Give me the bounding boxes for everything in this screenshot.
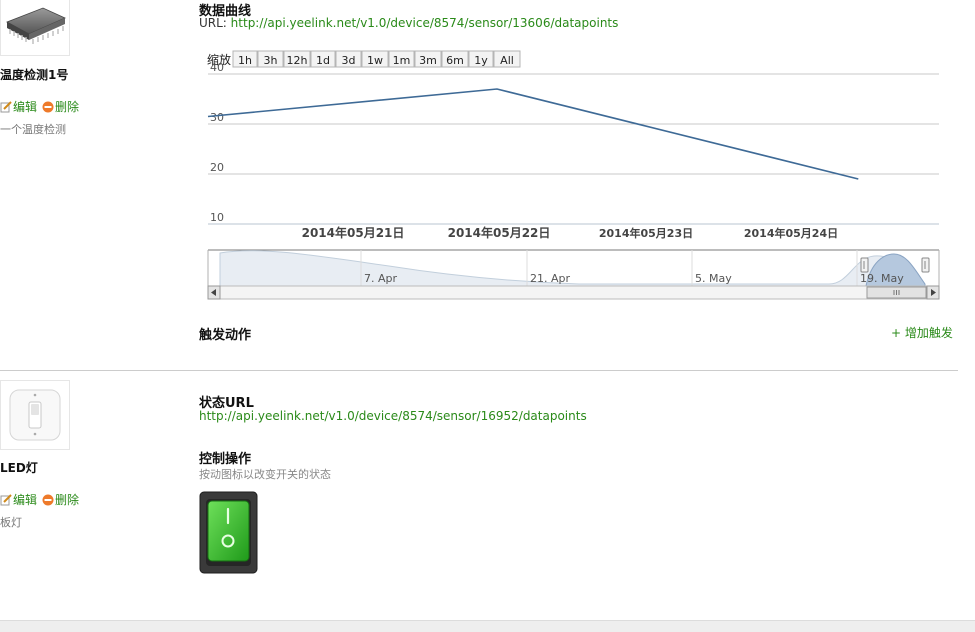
zoom-button-label: 1m [393,54,411,67]
y-tick-label: 10 [210,211,224,224]
switch-delete-label: 删除 [55,493,80,507]
sensor-url-link[interactable]: http://api.yeelink.net/v1.0/device/8574/… [231,16,619,30]
url-prefix: URL: [199,16,231,30]
edit-icon [0,101,12,113]
sensor-device-name: 温度检测1号 [0,68,69,82]
navigator-scrollbar-track[interactable] [207,285,940,300]
chart-gridlines [208,73,939,225]
sensor-delete-link[interactable]: 删除 [42,98,79,115]
x-tick-label: 2014年05月21日 [302,225,405,240]
rocker-switch-icon [199,491,258,574]
zoom-button-label: 1d [316,54,330,67]
navigator-tick-label: 21. Apr [530,272,570,285]
delete-icon [42,494,54,506]
sensor-device-thumbnail[interactable] [0,0,70,56]
navigator-tick-label: 19. May [860,272,904,285]
y-tick-label: 30 [210,111,224,124]
control-hint: 按动图标以改变开关的状态 [199,468,331,481]
zoom-button-label: 1y [474,54,488,67]
sensor-url-line: URL: http://api.yeelink.net/v1.0/device/… [199,16,618,30]
x-tick-label: 2014年05月24日 [744,226,838,240]
device-divider [0,370,958,371]
delete-icon [42,101,54,113]
status-url-link[interactable]: http://api.yeelink.net/v1.0/device/8574/… [199,409,587,423]
zoom-button-label: 1h [238,54,252,67]
navigator-tick-label: 7. Apr [364,272,397,285]
zoom-button-label: 3d [342,54,356,67]
chart-navigator[interactable]: 7. Apr 21. Apr 5. May 19. May [207,249,940,300]
zoom-button-label: 12h [287,54,308,67]
switch-edit-link[interactable]: 编辑 [0,491,37,508]
chart-y-axis: 40 30 20 10 [210,61,224,224]
switch-description: 板灯 [0,516,22,529]
switch-edit-label: 编辑 [13,493,38,507]
control-section-title: 控制操作 [199,452,252,467]
sensor-delete-label: 删除 [55,100,80,114]
temperature-series-line [207,88,859,180]
x-tick-label: 2014年05月22日 [448,225,551,240]
zoom-button-label: 1w [367,54,383,67]
switch-delete-link[interactable]: 删除 [42,491,79,508]
switch-device-name: LED灯 [0,461,38,475]
zoom-button-label: 6m [446,54,464,67]
add-trigger-link[interactable]: + 增加触发 [891,324,953,341]
chart-x-axis: 2014年05月21日 2014年05月22日 2014年05月23日 2014年05… [302,225,839,240]
sensor-description: 一个温度检测 [0,123,66,136]
sensor-line-chart[interactable]: 缩放 1h 3h 12h 1d 3d 1w 1m 3m 6m 1y All 40302010 201… [199,48,944,304]
zoom-button-label: 3m [419,54,437,67]
switch-device-thumbnail[interactable] [0,380,70,450]
wall-switch-icon [9,389,61,441]
edit-icon [0,494,12,506]
y-tick-label: 20 [210,161,224,174]
zoom-selector: 缩放 1h 3h 12h 1d 3d 1w 1m 3m 6m 1y All [207,50,521,68]
page-bottom-bar [0,620,975,632]
chip-icon [6,7,66,44]
sensor-edit-link[interactable]: 编辑 [0,98,37,115]
navigator-area [219,250,922,287]
y-tick-label: 40 [210,61,224,74]
x-tick-label: 2014年05月23日 [599,226,693,240]
rocker-switch-toggle[interactable] [199,491,259,579]
chart-series [207,88,859,180]
trigger-section-title: 触发动作 [199,328,252,343]
zoom-button-label: 3h [264,54,278,67]
zoom-button-label: All [500,54,514,67]
sensor-edit-label: 编辑 [13,100,38,114]
navigator-tick-label: 5. May [695,272,732,285]
